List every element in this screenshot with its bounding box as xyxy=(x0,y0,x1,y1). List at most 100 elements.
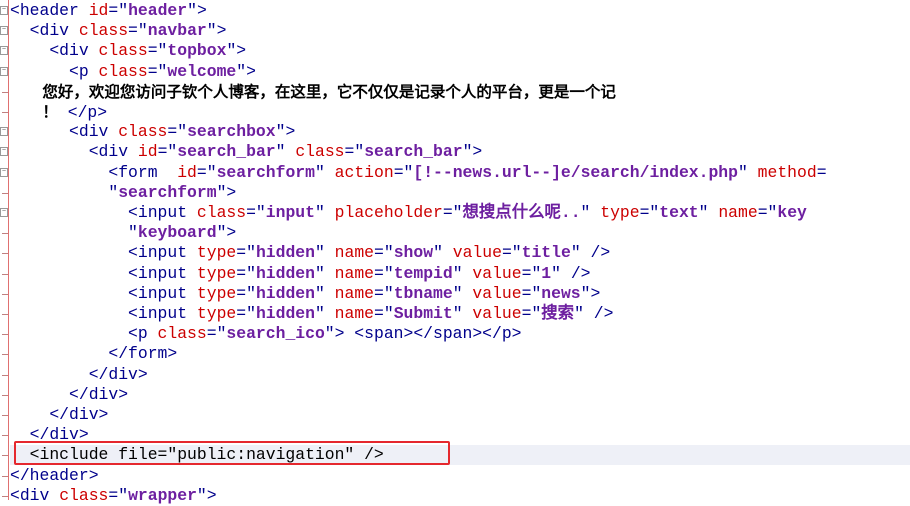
code-token: <header xyxy=(10,1,89,20)
code-token: =" xyxy=(236,243,256,263)
code-token: name xyxy=(718,203,758,222)
code-line[interactable]: <input type="hidden" name="tempid" value… xyxy=(10,263,590,284)
code-token: 您好，欢迎您访问子钦个人博客，在这里，它不仅仅是记录个人的平台，更是一个记 xyxy=(10,82,616,101)
code-line[interactable]: <div class="navbar"> xyxy=(10,21,227,41)
code-token: value xyxy=(472,283,522,303)
code-token: =" xyxy=(521,263,542,283)
fold-toggle-icon[interactable]: − xyxy=(0,46,8,56)
code-token: </div> xyxy=(10,405,109,424)
code-token: keyboard xyxy=(137,223,217,243)
code-line[interactable]: </form> xyxy=(10,344,177,364)
code-token: "> xyxy=(187,1,207,20)
code-token: text xyxy=(659,203,699,222)
code-token: =" xyxy=(236,304,256,323)
code-token: " xyxy=(10,182,119,202)
code-token: =" xyxy=(206,324,227,344)
code-token: class xyxy=(78,21,129,41)
code-token: " xyxy=(314,203,335,222)
code-token: =" xyxy=(639,203,660,222)
code-line[interactable]: <div id="search_bar" class="search_bar"> xyxy=(10,142,483,162)
code-line[interactable]: <header id="header"> xyxy=(10,1,207,21)
fold-toggle-icon[interactable]: − xyxy=(0,66,8,76)
code-token: type xyxy=(196,243,237,263)
code-token: topbox xyxy=(167,41,227,61)
code-token: "> xyxy=(206,21,227,41)
code-token: id xyxy=(177,162,197,182)
code-line[interactable]: <input class="input" placeholder="想搜点什么呢… xyxy=(10,203,807,223)
code-line[interactable]: ！ </p> xyxy=(10,102,107,122)
code-line[interactable]: <div class="wrapper"> xyxy=(10,486,217,506)
code-line[interactable]: </div> xyxy=(10,405,108,425)
code-token: =" xyxy=(501,243,522,263)
code-token: =" xyxy=(521,304,542,323)
code-token: navbar xyxy=(147,21,207,41)
code-token: hidden xyxy=(255,304,315,323)
code-editor[interactable]: − − − − − − − − <header id="header"> <div class… xyxy=(0,0,910,505)
code-token: placeholder xyxy=(334,203,443,222)
code-token: type xyxy=(196,263,237,283)
code-line[interactable]: </header> xyxy=(10,466,99,486)
code-line[interactable]: "searchform"> xyxy=(10,183,236,203)
code-token: class xyxy=(196,203,247,222)
code-token: title xyxy=(521,243,571,263)
code-token: <div xyxy=(10,21,79,41)
code-token: <p xyxy=(10,324,158,344)
fold-toggle-icon[interactable]: − xyxy=(0,167,8,177)
code-token: wrapper xyxy=(128,485,197,505)
fold-toggle-icon[interactable]: − xyxy=(0,6,8,15)
code-token: <div xyxy=(10,142,138,162)
code-token: =" xyxy=(147,41,168,61)
code-line[interactable]: <input type="hidden" name="tbname" value… xyxy=(10,284,600,304)
code-token: news xyxy=(541,283,581,303)
highlight-annotation-box xyxy=(14,441,450,465)
code-token: =" xyxy=(167,122,188,142)
code-token: name xyxy=(334,283,375,303)
code-token: </div> xyxy=(10,384,129,404)
code-line[interactable]: <form id="searchform" action="[!--news.u… xyxy=(10,162,826,183)
fold-line-tick xyxy=(2,334,8,336)
code-token: class xyxy=(59,485,109,505)
code-token: "> xyxy=(236,61,256,81)
code-token: " xyxy=(275,142,296,162)
code-token: Submit xyxy=(393,304,453,323)
fold-toggle-icon[interactable]: − xyxy=(0,147,8,157)
code-token: "> xyxy=(462,142,483,162)
code-line[interactable]: <input type="hidden" name="show" value="… xyxy=(10,243,610,263)
code-token: class xyxy=(295,142,345,162)
code-token: searchbox xyxy=(187,122,276,142)
code-token: </div> xyxy=(10,364,148,384)
code-line[interactable]: </div> xyxy=(10,385,128,405)
code-token: <input xyxy=(10,304,197,323)
code-token: " xyxy=(314,304,335,323)
code-line[interactable]: <div class="searchbox"> xyxy=(10,122,295,142)
code-token: " xyxy=(698,203,719,222)
code-line[interactable]: </div> xyxy=(10,365,148,385)
code-line[interactable]: <p class="welcome"> xyxy=(10,62,256,82)
code-line[interactable]: <input type="hidden" name="Submit" value… xyxy=(10,304,613,324)
fold-line-tick xyxy=(2,91,8,93)
code-token: ！ xyxy=(10,103,58,121)
code-token: =" xyxy=(236,263,256,283)
code-line[interactable]: <p class="search_ico"> <span></span></p> xyxy=(10,324,522,344)
code-token: type xyxy=(600,203,640,222)
code-token: " xyxy=(10,223,138,243)
code-token: =" xyxy=(374,304,394,323)
code-token: id xyxy=(137,142,158,162)
code-token: =" xyxy=(374,263,394,283)
line-gutter: − − − − − − − − xyxy=(0,0,9,500)
code-token: header xyxy=(128,1,188,20)
code-token: </form> xyxy=(10,344,178,364)
code-token: input xyxy=(265,203,315,222)
code-token: id xyxy=(88,1,109,20)
fold-line-tick xyxy=(2,354,8,356)
code-line[interactable]: 您好，欢迎您访问子钦个人博客，在这里，它不仅仅是记录个人的平台，更是一个记 xyxy=(10,82,616,102)
code-token: searchform xyxy=(118,182,217,202)
code-token: =" xyxy=(246,203,266,222)
code-token: welcome xyxy=(167,61,237,81)
fold-toggle-icon[interactable]: − xyxy=(0,208,8,217)
fold-line-tick xyxy=(2,455,8,457)
fold-toggle-icon[interactable]: − xyxy=(0,127,8,137)
fold-toggle-icon[interactable]: − xyxy=(0,26,8,36)
code-line[interactable]: <div class="topbox"> xyxy=(10,41,246,61)
code-line[interactable]: "keyboard"> xyxy=(10,223,236,243)
